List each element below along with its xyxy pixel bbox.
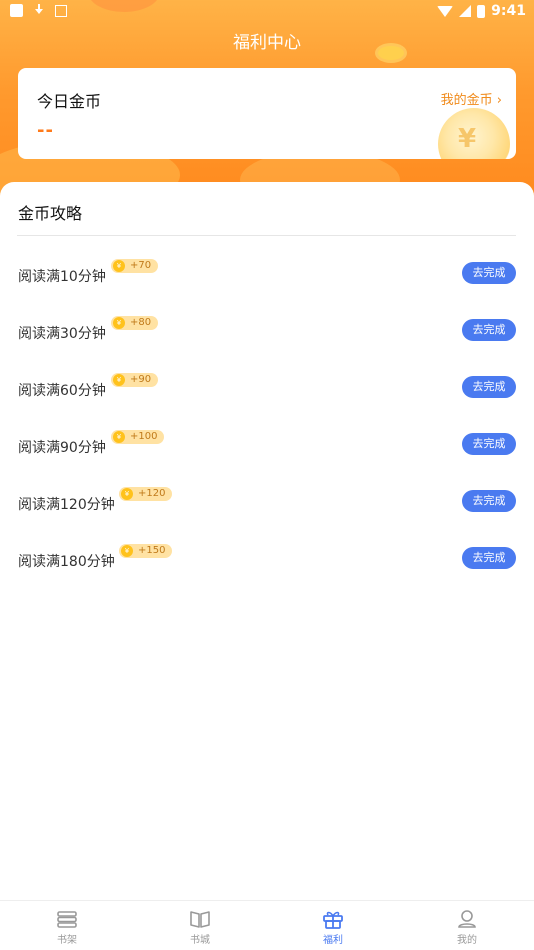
complete-task-button[interactable]: 去完成 [462, 262, 516, 284]
divider [17, 235, 516, 236]
today-coins-value: -- [37, 120, 54, 141]
coin-icon: ¥ [113, 374, 125, 386]
reward-badge: ¥ +70 [111, 259, 159, 273]
notification-icon [10, 4, 23, 17]
reward-badge: ¥ +150 [119, 544, 173, 558]
reward-badge: ¥ +80 [111, 316, 159, 330]
complete-task-button[interactable]: 去完成 [462, 376, 516, 398]
task-row: 阅读满120分钟 ¥ +120 去完成 [0, 484, 534, 524]
tab-label: 我的 [457, 935, 477, 946]
app-notification-icon [55, 4, 67, 17]
task-name: 阅读满120分钟 [18, 497, 115, 513]
task-name: 阅读满30分钟 [18, 326, 106, 342]
coin-icon: ¥ [113, 317, 125, 329]
task-name: 阅读满180分钟 [18, 554, 115, 570]
task-row: 阅读满180分钟 ¥ +150 去完成 [0, 541, 534, 581]
task-row: 阅读满10分钟 ¥ +70 去完成 [0, 256, 534, 296]
tab-label: 福利 [323, 935, 343, 946]
reward-value: +90 [130, 374, 152, 385]
reward-value: +120 [138, 488, 166, 499]
wifi-icon [437, 5, 454, 17]
book-open-icon [189, 909, 211, 929]
reward-badge: ¥ +90 [111, 373, 159, 387]
gift-icon [322, 909, 344, 929]
bottom-tab-bar: 书架 书城 福利 我的 [0, 900, 534, 950]
tab-welfare[interactable]: 福利 [293, 901, 373, 950]
task-row: 阅读满60分钟 ¥ +90 去完成 [0, 370, 534, 410]
reward-value: +100 [130, 431, 158, 442]
reward-value: +150 [138, 545, 166, 556]
tab-profile[interactable]: 我的 [427, 901, 507, 950]
coin-icon: ¥ [121, 545, 133, 557]
task-name: 阅读满10分钟 [18, 269, 106, 285]
tab-label: 书架 [57, 935, 77, 946]
today-coins-card: 今日金币 -- 我的金币 › ¥ [18, 68, 516, 159]
tab-bookstore[interactable]: 书城 [160, 901, 240, 950]
complete-task-button[interactable]: 去完成 [462, 433, 516, 455]
status-time: 9:41 [491, 3, 526, 19]
battery-icon [477, 4, 486, 18]
complete-task-button[interactable]: 去完成 [462, 319, 516, 341]
complete-task-button[interactable]: 去完成 [462, 490, 516, 512]
today-coins-label: 今日金币 [37, 92, 102, 111]
complete-task-button[interactable]: 去完成 [462, 547, 516, 569]
coin-icon: ¥ [121, 488, 133, 500]
signal-icon [459, 5, 472, 17]
section-title: 金币攻略 [18, 204, 83, 223]
tab-bookshelf[interactable]: 书架 [27, 901, 107, 950]
task-name: 阅读满90分钟 [18, 440, 106, 456]
profile-icon [456, 909, 478, 929]
bookshelf-icon [56, 909, 78, 929]
download-icon [33, 4, 45, 17]
status-bar: 9:41 [0, 0, 534, 24]
tasks-panel: 金币攻略 阅读满10分钟 ¥ +70 去完成 阅读满30分钟 ¥ +80 去完成… [0, 182, 534, 900]
task-row: 阅读满30分钟 ¥ +80 去完成 [0, 313, 534, 353]
page-title: 福利中心 [233, 33, 301, 53]
coin-illustration-icon: ¥ [438, 108, 510, 159]
reward-badge: ¥ +100 [111, 430, 165, 444]
coin-icon: ¥ [113, 260, 125, 272]
coin-icon: ¥ [113, 431, 125, 443]
task-row: 阅读满90分钟 ¥ +100 去完成 [0, 427, 534, 467]
my-coins-link[interactable]: 我的金币 › [441, 89, 502, 108]
task-name: 阅读满60分钟 [18, 383, 106, 399]
reward-value: +80 [130, 317, 152, 328]
tab-label: 书城 [190, 935, 210, 946]
reward-badge: ¥ +120 [119, 487, 173, 501]
reward-value: +70 [130, 260, 152, 271]
